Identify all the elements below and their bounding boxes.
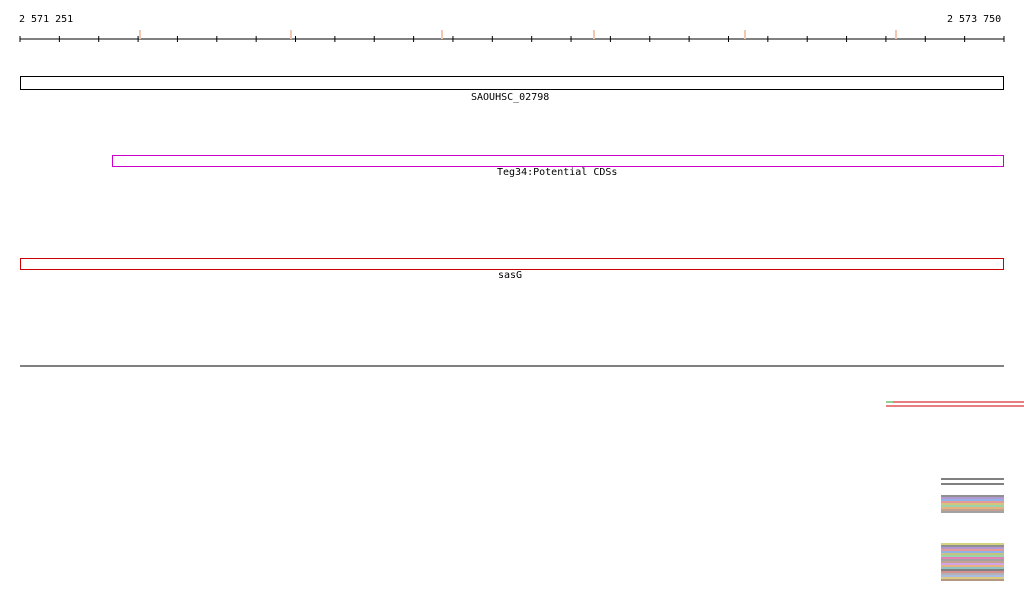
ruler-accent-mark bbox=[290, 30, 292, 39]
ruler-accent-marks bbox=[139, 30, 897, 39]
feature-label-teg34-potential-cdss: Teg34:Potential CDSs bbox=[497, 167, 618, 178]
alignment-stack-1 bbox=[941, 478, 1004, 513]
feature-label-sasg: sasG bbox=[498, 270, 523, 281]
feature-box-saouhsc-02798[interactable] bbox=[20, 76, 1004, 90]
ruler-accent-mark bbox=[593, 30, 595, 39]
feature-box-sasg[interactable] bbox=[20, 258, 1004, 270]
ruler-accent-mark bbox=[441, 30, 443, 39]
feature-box-teg34-potential-cdss[interactable] bbox=[112, 155, 1004, 167]
ruler-accent-mark bbox=[895, 30, 897, 39]
alignment-stack-2 bbox=[941, 543, 1004, 581]
feature-label-saouhsc-02798: SAOUHSC_02798 bbox=[471, 92, 550, 103]
ruler-accent-mark bbox=[744, 30, 746, 39]
ruler-accent-mark bbox=[139, 30, 141, 39]
alignment-lines-top bbox=[886, 401, 1024, 407]
